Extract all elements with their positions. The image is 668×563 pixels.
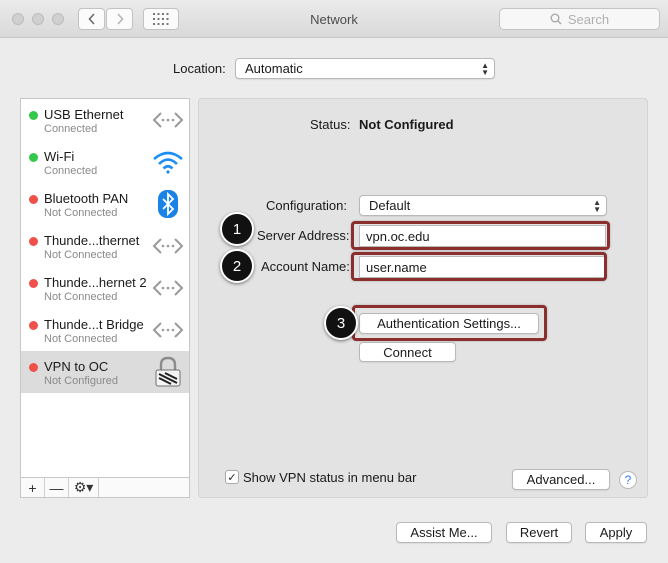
connect-button[interactable]: Connect bbox=[359, 342, 456, 362]
ethernet-arrows-icon bbox=[151, 230, 185, 262]
service-status: Not Configured bbox=[44, 375, 118, 387]
status-dot bbox=[29, 153, 38, 162]
service-status: Not Connected bbox=[44, 249, 118, 261]
service-item[interactable]: Wi-Fi Connected bbox=[21, 141, 189, 183]
server-address-label: Server Address: bbox=[257, 228, 350, 243]
vpn-lock-icon bbox=[151, 356, 185, 388]
callout-badge-3: 3 bbox=[324, 306, 358, 340]
service-item[interactable]: Bluetooth PAN Not Connected bbox=[21, 183, 189, 225]
service-list-toolbar: + — ⚙▾ bbox=[21, 477, 189, 497]
authentication-settings-highlight bbox=[352, 305, 547, 341]
ethernet-arrows-icon bbox=[151, 272, 185, 304]
service-status: Not Connected bbox=[44, 207, 118, 219]
service-status: Not Connected bbox=[44, 291, 118, 303]
location-select[interactable]: Automatic ▲ ▼ bbox=[235, 58, 495, 79]
service-item[interactable]: VPN to OC Not Configured bbox=[21, 351, 189, 393]
assist-me-button[interactable]: Assist Me... bbox=[396, 522, 492, 543]
checkmark-icon: ✓ bbox=[227, 471, 237, 484]
status-dot bbox=[29, 111, 38, 120]
service-name: Thunde...thernet bbox=[44, 233, 140, 248]
status-dot bbox=[29, 237, 38, 246]
search-placeholder: Search bbox=[567, 11, 610, 27]
service-name: Wi-Fi bbox=[44, 149, 75, 164]
gear-menu-button[interactable]: ⚙▾ bbox=[69, 478, 99, 497]
chevron-updown-icon: ▲ ▼ bbox=[481, 61, 489, 77]
detail-panel bbox=[198, 98, 648, 498]
wifi-icon bbox=[151, 146, 185, 178]
status-dot bbox=[29, 195, 38, 204]
server-address-highlight bbox=[351, 221, 610, 250]
account-name-highlight bbox=[351, 252, 607, 281]
service-list: USB Ethernet Connected Wi-Fi Connected Bluet… bbox=[20, 98, 190, 498]
chevron-updown-icon: ▲ ▼ bbox=[593, 198, 601, 214]
callout-badge-2: 2 bbox=[220, 249, 254, 283]
service-name: Thunde...hernet 2 bbox=[44, 275, 147, 290]
status-dot bbox=[29, 321, 38, 330]
service-item[interactable]: Thunde...t Bridge Not Connected bbox=[21, 309, 189, 351]
search-icon bbox=[550, 13, 562, 25]
service-name: Bluetooth PAN bbox=[44, 191, 129, 206]
bluetooth-icon bbox=[151, 188, 185, 220]
service-item[interactable]: Thunde...thernet Not Connected bbox=[21, 225, 189, 267]
add-service-button[interactable]: + bbox=[21, 478, 45, 497]
callout-badge-1: 1 bbox=[220, 212, 254, 246]
status-label: Status: bbox=[310, 117, 351, 132]
advanced-button[interactable]: Advanced... bbox=[512, 469, 610, 490]
ethernet-arrows-icon bbox=[151, 314, 185, 346]
service-name: USB Ethernet bbox=[44, 107, 124, 122]
remove-service-button[interactable]: — bbox=[45, 478, 69, 497]
help-button[interactable]: ? bbox=[619, 471, 637, 489]
service-name: Thunde...t Bridge bbox=[44, 317, 144, 332]
status-dot bbox=[29, 279, 38, 288]
service-item[interactable]: USB Ethernet Connected bbox=[21, 99, 189, 141]
show-vpn-status-checkbox[interactable]: ✓ bbox=[225, 470, 239, 484]
show-vpn-status-label: Show VPN status in menu bar bbox=[243, 470, 417, 485]
service-name: VPN to OC bbox=[44, 359, 109, 374]
service-status: Connected bbox=[44, 123, 98, 135]
service-status: Connected bbox=[44, 165, 98, 177]
account-name-label: Account Name: bbox=[261, 259, 350, 274]
search-input[interactable]: Search bbox=[499, 8, 660, 30]
configuration-select[interactable]: Default ▲ ▼ bbox=[359, 195, 607, 216]
location-value: Automatic bbox=[245, 61, 303, 76]
status-dot bbox=[29, 363, 38, 372]
title-bar: Network Search bbox=[0, 0, 668, 38]
configuration-label: Configuration: bbox=[266, 198, 347, 213]
configuration-value: Default bbox=[369, 198, 411, 213]
service-status: Not Connected bbox=[44, 333, 118, 345]
apply-button[interactable]: Apply bbox=[585, 522, 647, 543]
service-item[interactable]: Thunde...hernet 2 Not Connected bbox=[21, 267, 189, 309]
status-value: Not Configured bbox=[359, 117, 454, 132]
revert-button[interactable]: Revert bbox=[506, 522, 572, 543]
location-label: Location: bbox=[173, 61, 226, 76]
ethernet-arrows-icon bbox=[151, 104, 185, 136]
